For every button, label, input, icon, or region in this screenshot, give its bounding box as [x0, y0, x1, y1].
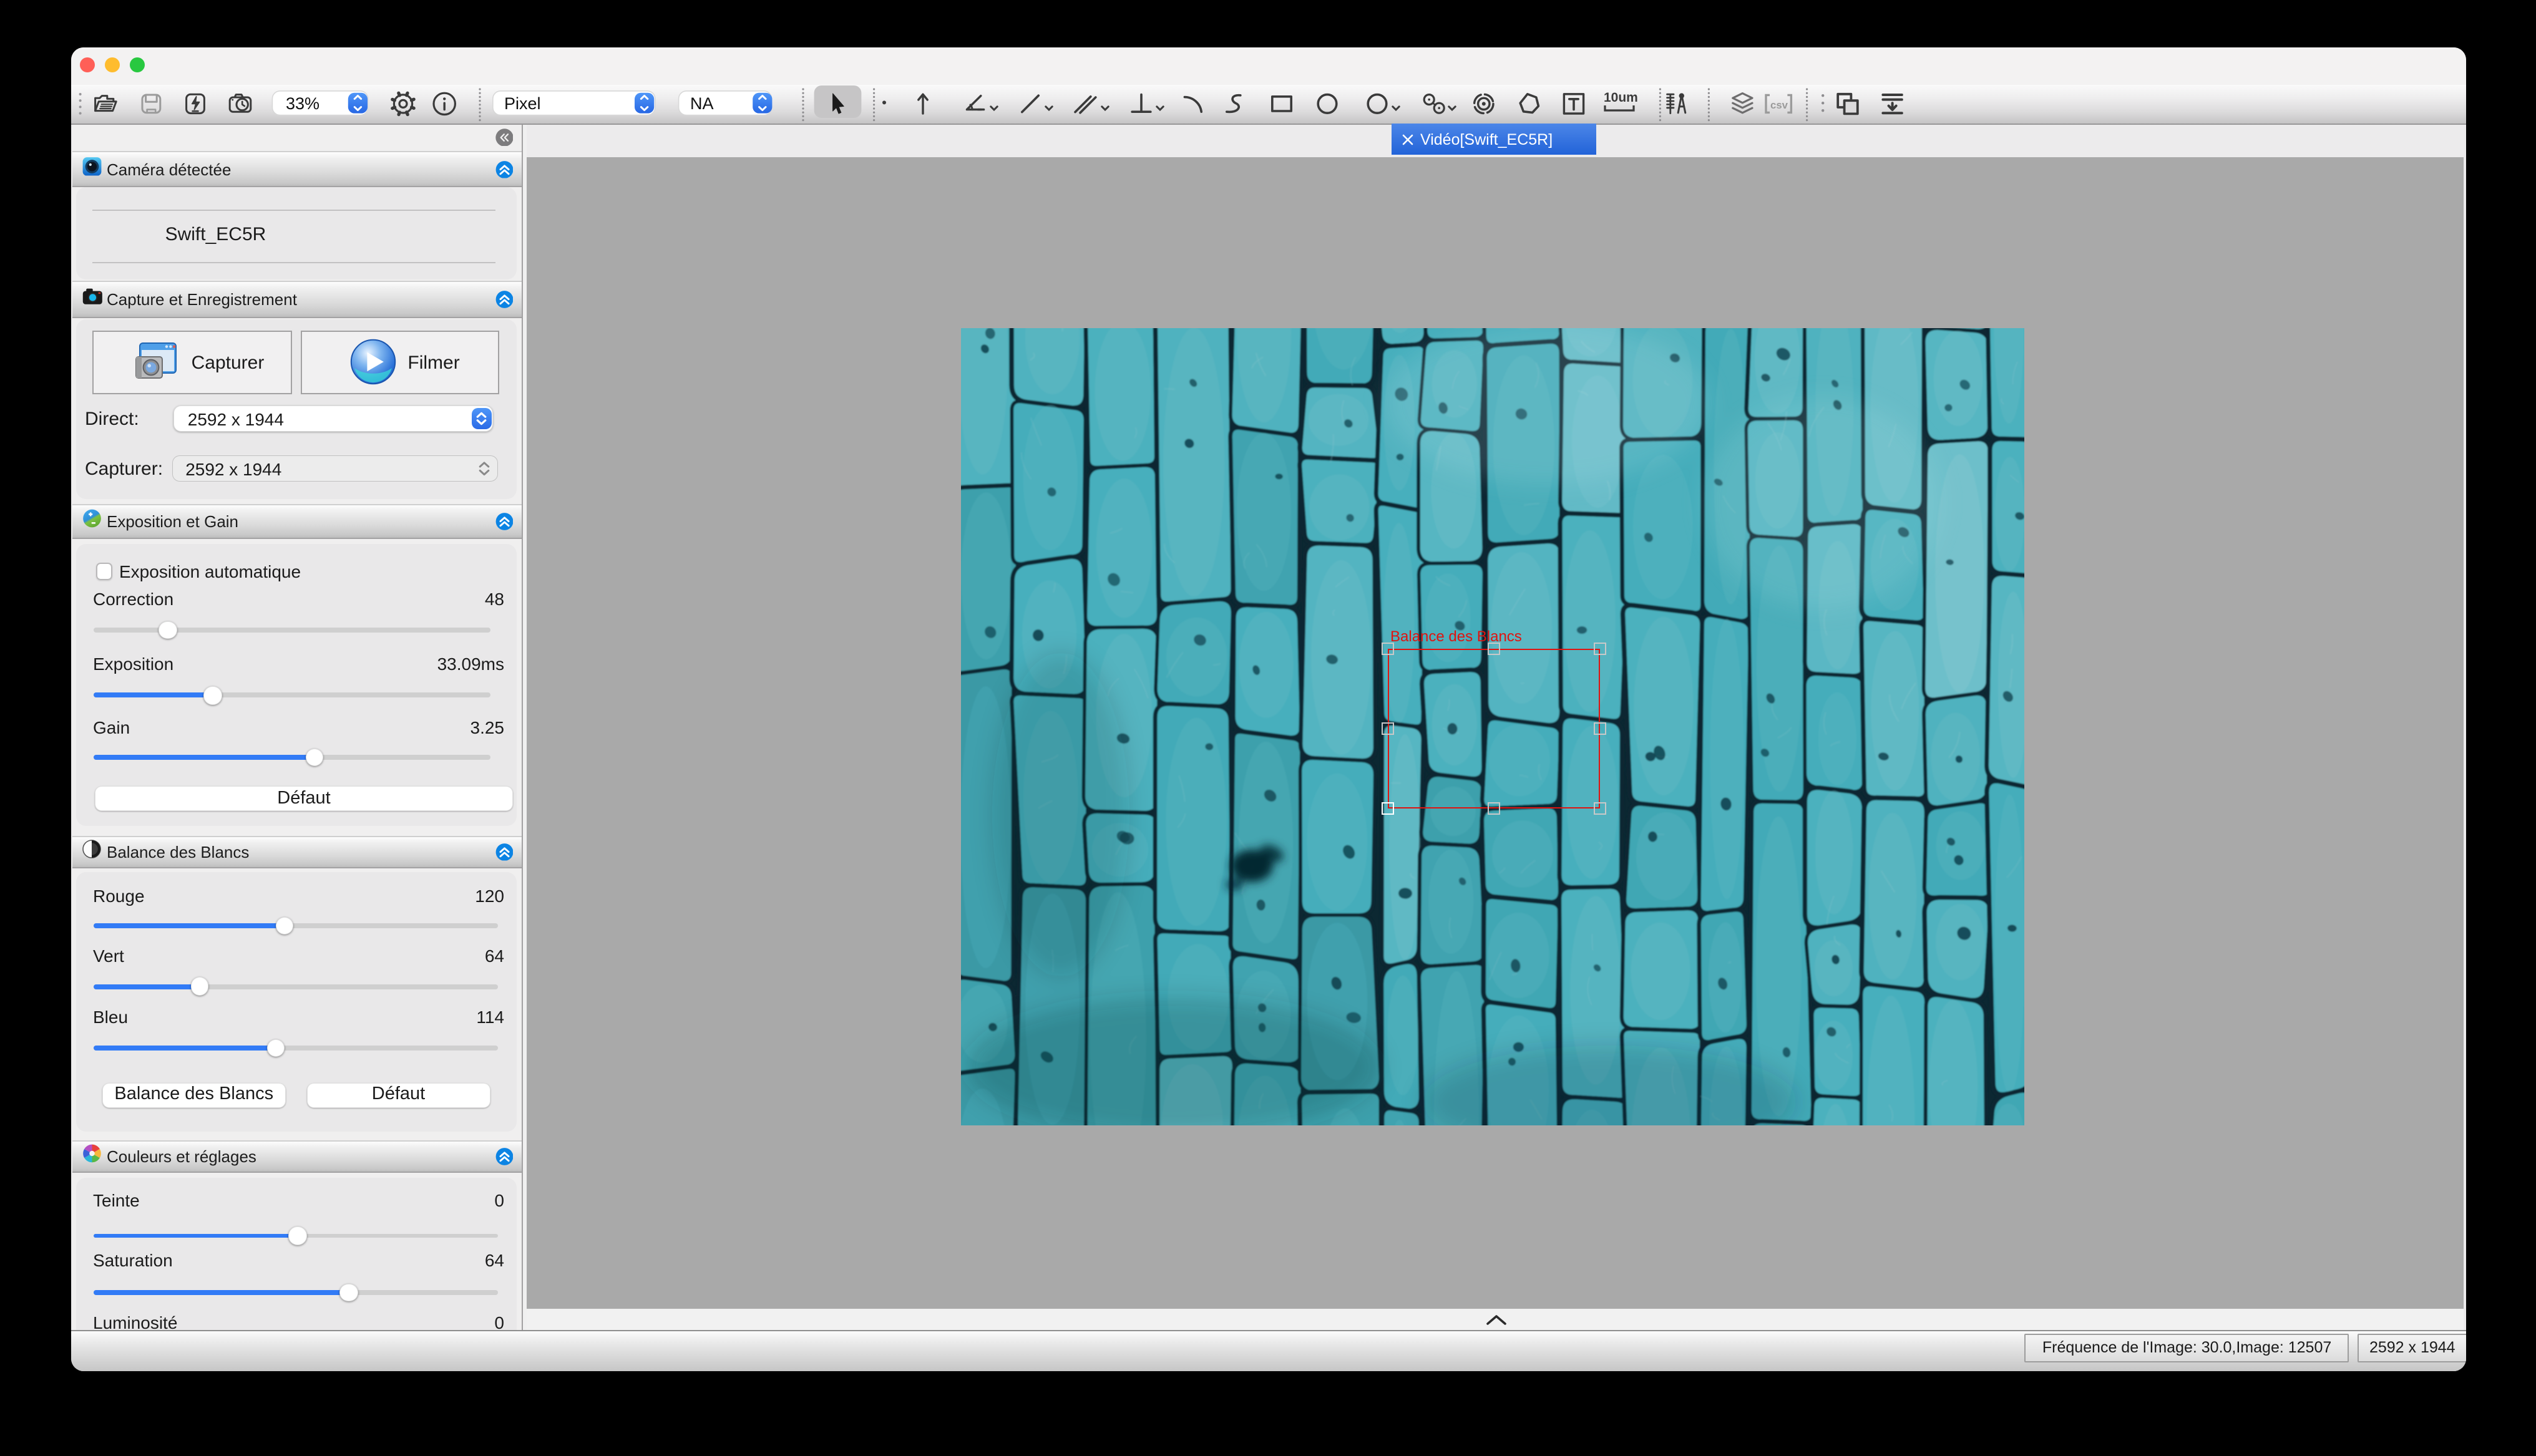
svg-text:33%: 33%: [285, 94, 319, 113]
svg-text:10um: 10um: [1603, 90, 1637, 104]
svg-text:csv: csv: [1770, 99, 1788, 111]
svg-text:Pixel: Pixel: [504, 94, 540, 113]
svg-text:NA: NA: [690, 94, 713, 113]
